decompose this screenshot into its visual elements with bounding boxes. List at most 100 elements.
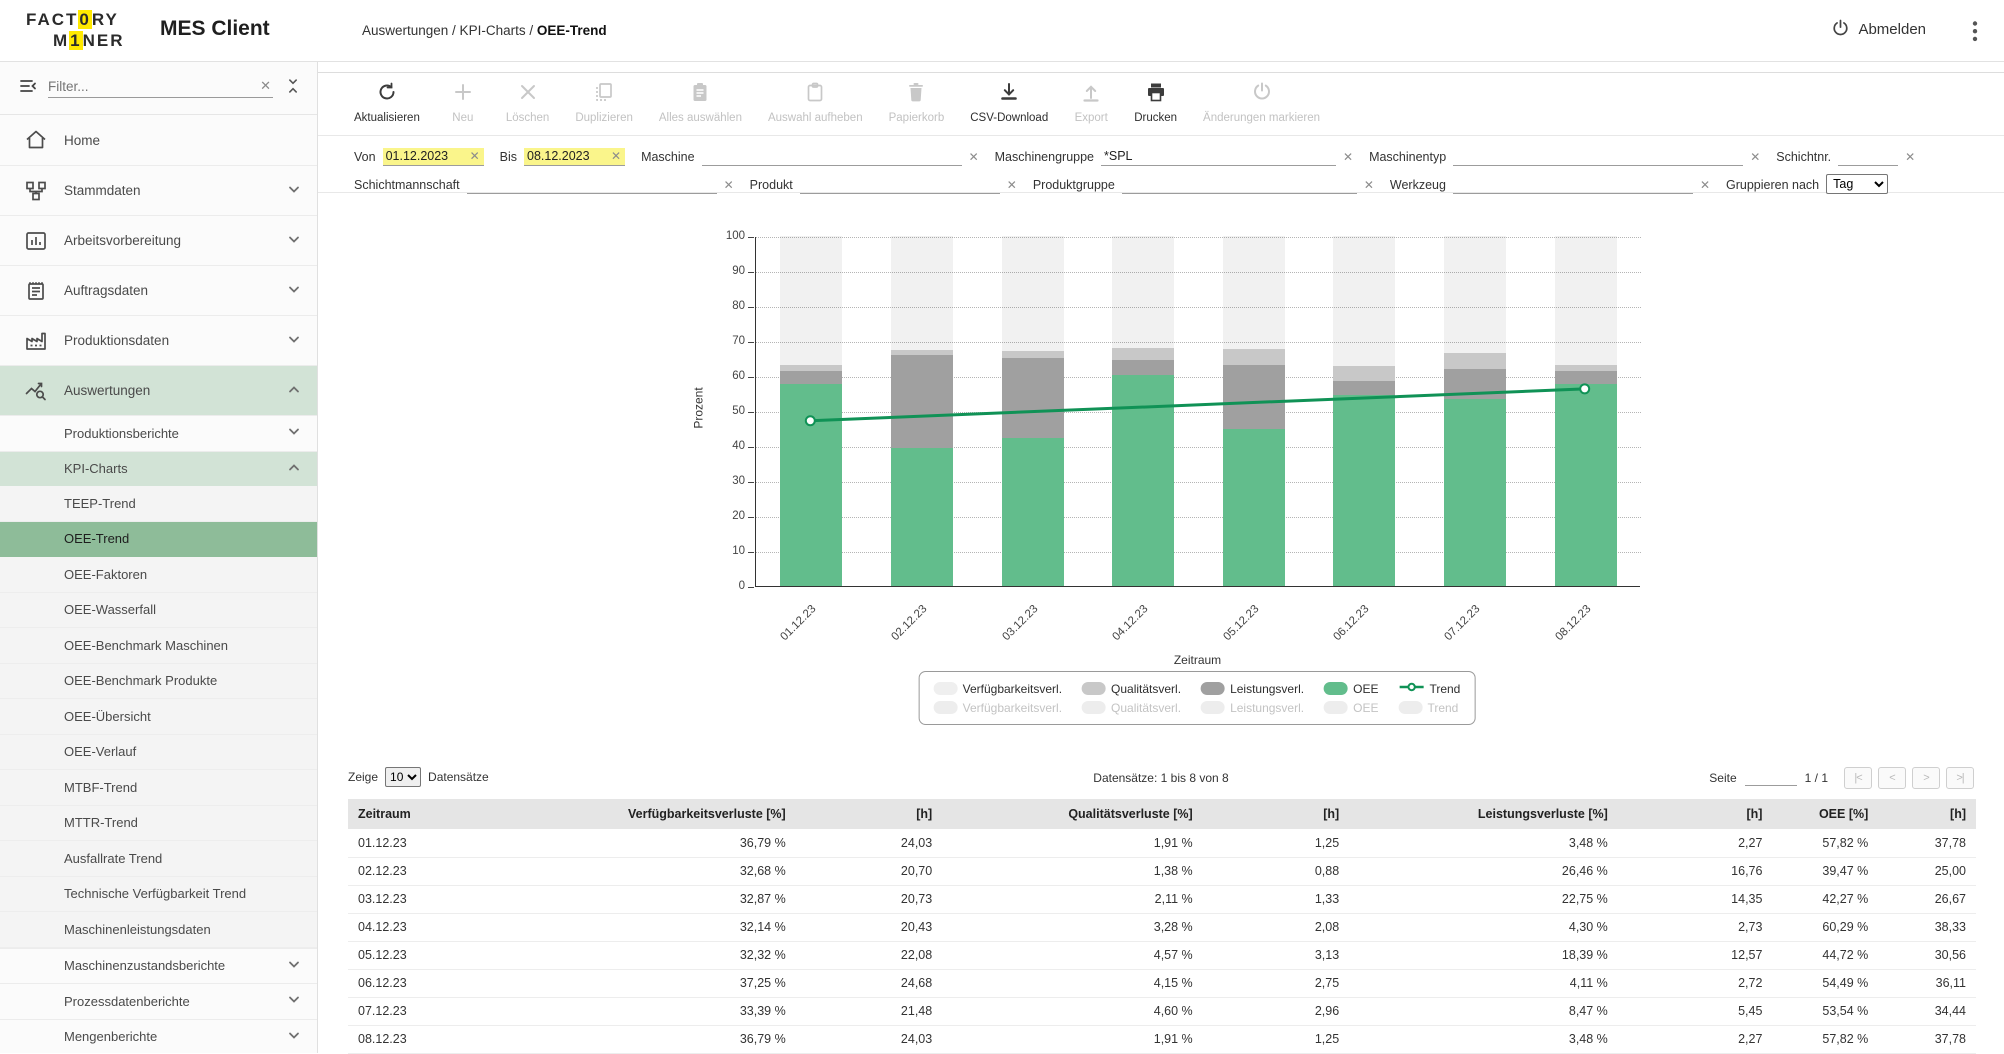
- table-row[interactable]: 05.12.2332,32 %22,084,57 %3,1318,39 %12,…: [348, 941, 1976, 969]
- sidebar-item-arbeitsvorbereitung[interactable]: Arbeitsvorbereitung: [0, 215, 317, 265]
- sidebar-item-technische-verfügbarkeit-trend[interactable]: Technische Verfügbarkeit Trend: [0, 877, 317, 913]
- clear-filter-icon[interactable]: ✕: [1693, 178, 1710, 194]
- filter-input-werkzeug[interactable]: ✕: [1453, 178, 1710, 194]
- sidebar-item-maschinenzustandsberichte[interactable]: Maschinenzustandsberichte: [0, 948, 317, 984]
- sidebar-item-home[interactable]: Home: [0, 115, 317, 165]
- neu-button[interactable]: Neu: [446, 81, 480, 135]
- clear-filter-icon[interactable]: ✕: [717, 178, 734, 194]
- filter-input-bis[interactable]: 08.12.2023✕: [524, 148, 625, 166]
- clear-filter-icon[interactable]: ✕: [962, 150, 979, 166]
- sidebar-item-oee-benchmark-maschinen[interactable]: OEE-Benchmark Maschinen: [0, 628, 317, 664]
- table-row[interactable]: 04.12.2332,14 %20,433,28 %2,084,30 %2,73…: [348, 913, 1976, 941]
- table-row[interactable]: 06.12.2337,25 %24,684,15 %2,754,11 %2,72…: [348, 969, 1976, 997]
- kebab-menu-icon[interactable]: [1964, 18, 1986, 42]
- sidebar-item-mtbf-trend[interactable]: MTBF-Trend: [0, 770, 317, 806]
- clear-filter-icon[interactable]: ✕: [1898, 150, 1915, 166]
- aktualisieren-button[interactable]: Aktualisieren: [354, 81, 420, 135]
- sidebar-item-ausfallrate-trend[interactable]: Ausfallrate Trend: [0, 841, 317, 877]
- table-row[interactable]: 03.12.2332,87 %20,732,11 %1,3322,75 %14,…: [348, 885, 1976, 913]
- filter-input-von[interactable]: 01.12.2023✕: [383, 148, 484, 166]
- export-button[interactable]: Export: [1074, 81, 1108, 135]
- column-header-qualitätsverluste[interactable]: Qualitätsverluste [%]: [942, 799, 1202, 829]
- sidebar-item-oee-verlauf[interactable]: OEE-Verlauf: [0, 735, 317, 771]
- filter-input-schichtnr[interactable]: ✕: [1838, 150, 1915, 166]
- clear-filter-icon[interactable]: ✕: [1357, 178, 1374, 194]
- next-page-button[interactable]: >: [1912, 767, 1940, 789]
- sidebar-item-mengenberichte[interactable]: Mengenberichte: [0, 1019, 317, 1054]
- legend-item-leistungsverl[interactable]: Leistungsverl.: [1201, 682, 1304, 696]
- group-by-select[interactable]: Tag: [1826, 174, 1888, 194]
- table-row[interactable]: 02.12.2332,68 %20,701,38 %0,8826,46 %16,…: [348, 857, 1976, 885]
- filter-input-produktgruppe[interactable]: ✕: [1122, 178, 1374, 194]
- column-header-h[interactable]: [h]: [796, 799, 943, 829]
- sidebar-item-auswertungen[interactable]: Auswertungen: [0, 365, 317, 415]
- sidebar-item-stammdaten[interactable]: Stammdaten: [0, 165, 317, 215]
- filter-input-maschinentyp[interactable]: ✕: [1453, 150, 1760, 166]
- alles-auswählen-button[interactable]: Alles auswählen: [659, 81, 742, 135]
- collapse-expand-icon[interactable]: [283, 76, 303, 101]
- column-header-zeitraum[interactable]: Zeitraum: [348, 799, 470, 829]
- sidebar-item-maschinenleistungsdaten[interactable]: Maschinenleistungsdaten: [0, 912, 317, 948]
- column-header-h[interactable]: [h]: [1203, 799, 1350, 829]
- page-input[interactable]: [1745, 770, 1797, 786]
- sidebar-item-produktionsberichte[interactable]: Produktionsberichte: [0, 415, 317, 451]
- clear-filter-icon[interactable]: ✕: [1336, 150, 1353, 166]
- legend-item-oee[interactable]: OEE: [1324, 682, 1378, 696]
- prev-page-button[interactable]: <: [1878, 767, 1906, 789]
- table-cell: 53,54 %: [1772, 997, 1878, 1025]
- legend-item-trend[interactable]: Trend: [1398, 681, 1460, 696]
- legend-item-oee[interactable]: OEE: [1324, 701, 1378, 715]
- legend-item-qualitätsverl[interactable]: Qualitätsverl.: [1082, 682, 1181, 696]
- last-page-button[interactable]: >|: [1946, 767, 1974, 789]
- legend-label: Trend: [1429, 682, 1460, 696]
- csv-download-button[interactable]: CSV-Download: [970, 81, 1048, 135]
- drucken-button[interactable]: Drucken: [1134, 81, 1177, 135]
- clear-filter-icon[interactable]: ✕: [1000, 178, 1017, 194]
- sidebar-item-produktionsdaten[interactable]: Produktionsdaten: [0, 315, 317, 365]
- filter-label: Gruppieren nach: [1726, 178, 1819, 194]
- sidebar-item-oee-trend[interactable]: OEE-Trend: [0, 522, 317, 558]
- legend-item-verfügbarkeitsverl[interactable]: Verfügbarkeitsverl.: [934, 701, 1062, 715]
- legend-item-trend[interactable]: Trend: [1398, 701, 1458, 715]
- sidebar-item-oee-benchmark-produkte[interactable]: OEE-Benchmark Produkte: [0, 664, 317, 700]
- legend-item-qualitätsverl[interactable]: Qualitätsverl.: [1082, 701, 1181, 715]
- sidebar-item-oee-faktoren[interactable]: OEE-Faktoren: [0, 557, 317, 593]
- auswahl-aufheben-button[interactable]: Auswahl aufheben: [768, 81, 863, 135]
- clear-filter-icon[interactable]: ✕: [258, 78, 273, 94]
- table-row[interactable]: 01.12.2336,79 %24,031,91 %1,253,48 %2,27…: [348, 829, 1976, 857]
- sidebar-item-prozessdatenberichte[interactable]: Prozessdatenberichte: [0, 983, 317, 1019]
- legend-item-verfügbarkeitsverl[interactable]: Verfügbarkeitsverl.: [934, 682, 1062, 696]
- column-header-leistungsverluste[interactable]: Leistungsverluste [%]: [1349, 799, 1618, 829]
- sidebar-filter-input[interactable]: [48, 79, 258, 94]
- clear-filter-icon[interactable]: ✕: [463, 149, 484, 165]
- first-page-button[interactable]: |<: [1844, 767, 1872, 789]
- sidebar-item-oee-übersicht[interactable]: OEE-Übersicht: [0, 699, 317, 735]
- table-row[interactable]: 07.12.2333,39 %21,484,60 %2,968,47 %5,45…: [348, 997, 1976, 1025]
- sidebar-item-teep-trend[interactable]: TEEP-Trend: [0, 486, 317, 522]
- column-header-h[interactable]: [h]: [1618, 799, 1773, 829]
- column-header-h[interactable]: [h]: [1878, 799, 1976, 829]
- clear-filter-icon[interactable]: ✕: [604, 149, 625, 165]
- clear-filter-icon[interactable]: ✕: [1743, 150, 1760, 166]
- sidebar-item-auftragsdaten[interactable]: Auftragsdaten: [0, 265, 317, 315]
- menu-fold-icon[interactable]: [18, 76, 38, 101]
- filter-input-maschinengruppe[interactable]: *SPL✕: [1101, 148, 1353, 166]
- logout-button[interactable]: Abmelden: [1831, 18, 1926, 41]
- sidebar-item-oee-wasserfall[interactable]: OEE-Wasserfall: [0, 593, 317, 629]
- column-header-oee[interactable]: OEE [%]: [1772, 799, 1878, 829]
- papierkorb-button[interactable]: Papierkorb: [889, 81, 945, 135]
- löschen-button[interactable]: Löschen: [506, 81, 549, 135]
- sidebar-item-mttr-trend[interactable]: MTTR-Trend: [0, 806, 317, 842]
- breadcrumb-path[interactable]: Auswertungen / KPI-Charts /: [362, 23, 537, 38]
- filter-input-produkt[interactable]: ✕: [800, 178, 1017, 194]
- factory-miner-logo: FACT0RY M1NER: [26, 9, 125, 51]
- column-header-verfügbarkeitsverluste[interactable]: Verfügbarkeitsverluste [%]: [470, 799, 796, 829]
- änderungen-markieren-button[interactable]: Änderungen markieren: [1203, 81, 1320, 135]
- y-tick-label: 100: [707, 230, 745, 242]
- sidebar-item-kpi-charts[interactable]: KPI-Charts: [0, 451, 317, 487]
- duplizieren-button[interactable]: Duplizieren: [575, 81, 633, 135]
- filter-input-maschine[interactable]: ✕: [702, 150, 979, 166]
- table-row[interactable]: 08.12.2336,79 %24,031,91 %1,253,48 %2,27…: [348, 1025, 1976, 1053]
- legend-item-leistungsverl[interactable]: Leistungsverl.: [1201, 701, 1304, 715]
- filter-input-schichtmannschaft[interactable]: ✕: [467, 178, 734, 194]
